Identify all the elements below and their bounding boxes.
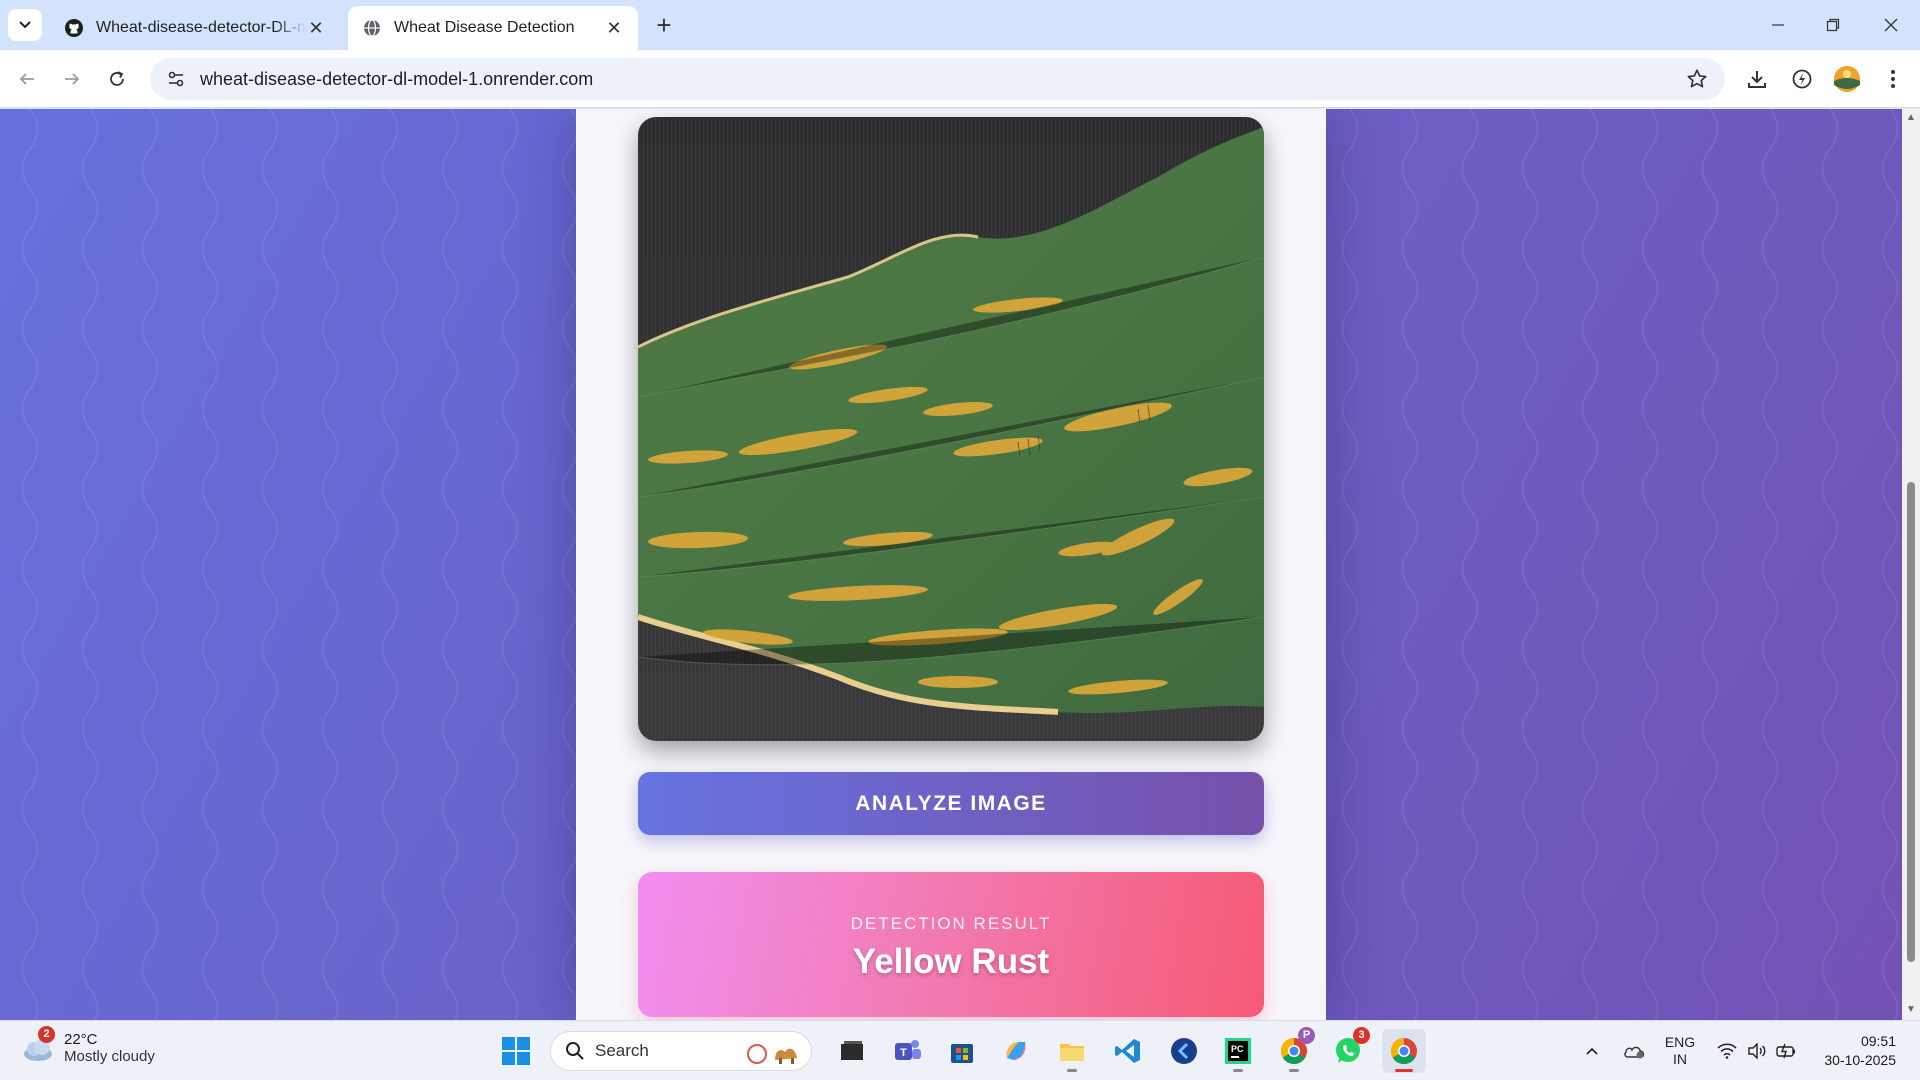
back-icon[interactable] — [10, 62, 44, 96]
menu-icon[interactable] — [1879, 65, 1907, 93]
detection-result-card: DETECTION RESULT Yellow Rust — [638, 872, 1264, 1017]
new-tab-button[interactable]: + — [650, 12, 678, 40]
chevron-down-icon — [19, 21, 31, 29]
running-indicator — [1395, 1069, 1413, 1072]
search-label: Search — [595, 1041, 649, 1060]
result-label: DETECTION RESULT — [850, 914, 1052, 933]
svg-text:PC: PC — [1231, 1044, 1244, 1054]
minimize-icon[interactable] — [1763, 10, 1793, 40]
whatsapp-badge: 3 — [1353, 1027, 1370, 1044]
bookmark-star-icon[interactable] — [1685, 67, 1709, 91]
running-indicator — [1067, 1069, 1077, 1072]
weather-condition: Mostly cloudy — [64, 1048, 155, 1065]
cloud-icon: 2 — [20, 1026, 56, 1066]
forward-icon[interactable] — [55, 62, 89, 96]
taskbar-search[interactable]: Search — [550, 1031, 812, 1071]
scroll-down-icon[interactable]: ▼ — [1906, 1005, 1916, 1015]
site-info-icon[interactable] — [156, 58, 196, 100]
close-icon[interactable]: ✕ — [306, 18, 326, 38]
restore-icon[interactable] — [1818, 10, 1848, 40]
store-icon[interactable] — [940, 1029, 984, 1073]
teams-icon[interactable]: T — [886, 1029, 930, 1073]
clipchamp-icon[interactable] — [1162, 1029, 1206, 1073]
tab-strip: Wheat-disease-detector-DL-model ✕ Wheat … — [0, 0, 1920, 50]
main-card: ANALYZE IMAGE DETECTION RESULT Yellow Ru… — [576, 109, 1326, 1020]
svg-text:T: T — [900, 1047, 907, 1059]
download-icon[interactable] — [1743, 65, 1771, 93]
weather-widget[interactable]: 2 22°C Mostly cloudy — [20, 1026, 155, 1066]
address-bar[interactable]: wheat-disease-detector-dl-model-1.onrend… — [150, 58, 1725, 100]
scrollbar-thumb[interactable] — [1907, 482, 1915, 962]
page-viewport: ANALYZE IMAGE DETECTION RESULT Yellow Ru… — [0, 109, 1920, 1020]
language-line1: ENG — [1664, 1034, 1696, 1050]
weather-badge: 2 — [38, 1026, 55, 1043]
page-scrollbar[interactable]: ▲ ▼ — [1902, 109, 1920, 1020]
tab-title: Wheat-disease-detector-DL-model — [96, 19, 306, 36]
running-indicator — [1289, 1069, 1299, 1072]
wheat-leaf-image — [638, 117, 1264, 741]
volume-icon[interactable] — [1744, 1021, 1770, 1080]
browser-toolbar: wheat-disease-detector-dl-model-1.onrend… — [0, 50, 1920, 108]
analyze-image-button[interactable]: ANALYZE IMAGE — [638, 772, 1264, 835]
tab-github[interactable]: Wheat-disease-detector-DL-model ✕ — [50, 6, 340, 50]
window-close-icon[interactable] — [1876, 10, 1906, 40]
close-icon[interactable]: ✕ — [604, 18, 624, 38]
running-indicator — [1233, 1069, 1243, 1072]
globe-icon — [362, 18, 382, 38]
result-value: Yellow Rust — [852, 942, 1050, 981]
scroll-up-icon[interactable]: ▲ — [1906, 113, 1916, 123]
search-icon — [566, 1042, 584, 1060]
clock-date: 30-10-2025 — [1824, 1052, 1896, 1068]
clock-time: 09:51 — [1860, 1033, 1896, 1049]
tab-search-button[interactable] — [8, 9, 42, 41]
onedrive-icon[interactable] — [1620, 1021, 1650, 1080]
chrome-icon[interactable] — [1382, 1029, 1426, 1073]
start-icon[interactable] — [494, 1029, 538, 1073]
chrome-profile-icon[interactable]: P — [1272, 1027, 1316, 1073]
github-icon — [64, 18, 84, 38]
task-view-icon[interactable] — [830, 1029, 874, 1073]
wifi-icon[interactable] — [1714, 1021, 1740, 1080]
url-text: wheat-disease-detector-dl-model-1.onrend… — [200, 68, 594, 89]
reload-icon[interactable] — [100, 62, 134, 96]
search-highlight-icon — [747, 1044, 797, 1064]
tab-wheat-disease-detection[interactable]: Wheat Disease Detection ✕ — [348, 6, 638, 50]
language-indicator[interactable]: ENG IN — [1660, 1021, 1700, 1080]
performance-icon[interactable] — [1788, 65, 1816, 93]
battery-icon[interactable] — [1774, 1021, 1800, 1080]
profile-badge: P — [1298, 1027, 1315, 1044]
vscode-icon[interactable] — [1106, 1029, 1150, 1073]
tab-title: Wheat Disease Detection — [394, 19, 575, 36]
weather-temperature: 22°C — [64, 1031, 98, 1048]
copilot-icon[interactable] — [994, 1029, 1038, 1073]
profile-avatar[interactable] — [1833, 65, 1861, 93]
whatsapp-icon[interactable]: 3 — [1326, 1027, 1370, 1073]
language-line2: IN — [1673, 1051, 1687, 1067]
taskbar: 2 22°C Mostly cloudy Search T PC P 3 ENG… — [0, 1020, 1920, 1080]
system-clock[interactable]: 09:51 30-10-2025 — [1824, 1032, 1896, 1070]
pycharm-icon[interactable]: PC — [1216, 1029, 1260, 1073]
uploaded-image-preview — [638, 117, 1264, 741]
file-explorer-icon[interactable] — [1050, 1029, 1094, 1073]
show-hidden-icons[interactable] — [1580, 1021, 1604, 1080]
